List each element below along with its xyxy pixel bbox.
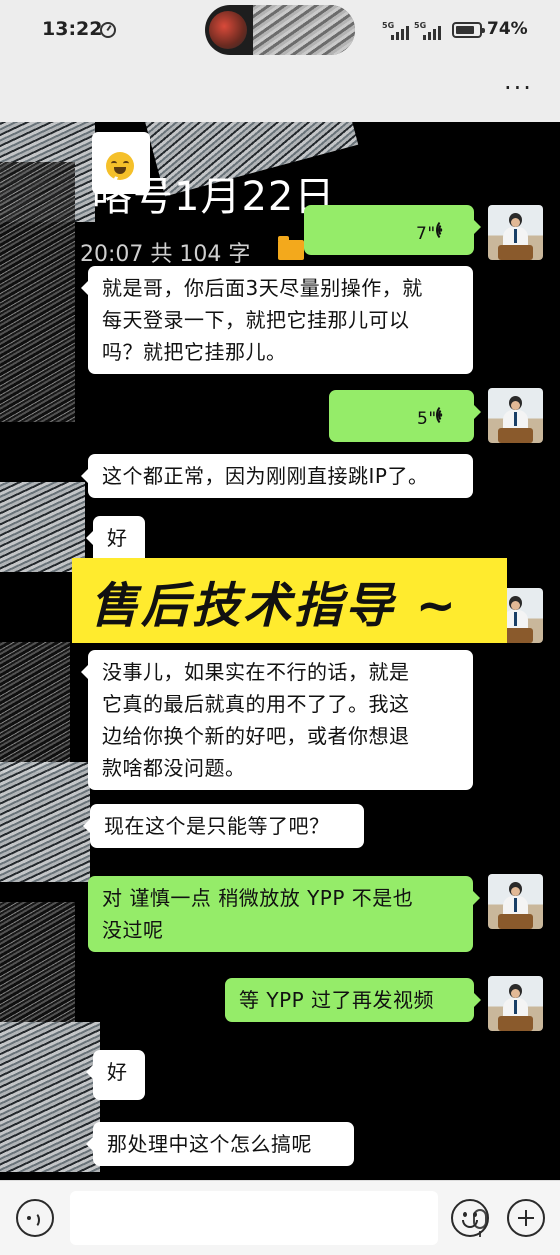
message-line: 就是哥，你后面3天尽量别操作，就 [102,276,423,300]
dynamic-island [205,5,355,55]
more-options-button[interactable]: ··· [504,74,533,102]
avatar[interactable] [488,976,543,1031]
status-time: 13:22 [42,18,103,40]
incoming-message[interactable]: 就是哥，你后面3天尽量别操作，就 每天登录一下，就把它挂那儿可以 吗？就把它挂那… [81,266,473,374]
smiley-icon[interactable] [451,1199,489,1237]
redaction-scribble [0,1022,100,1172]
folder-icon [278,236,304,260]
message-line: 没过呢 [102,918,164,942]
incoming-message[interactable]: 好 [86,1050,145,1100]
voice-duration: 7" [416,224,436,244]
battery-percent: 74% [487,19,528,39]
chat-input-bar [0,1180,560,1255]
message-line: 那处理中这个怎么搞呢 [107,1132,312,1156]
note-meta: 20:07 共 104 字 [80,242,251,267]
redaction-scribble [0,162,75,422]
media-thumbnail [209,11,247,49]
avatar[interactable] [488,874,543,929]
message-line: 现在这个是只能等了吧？ [104,814,330,838]
voice-wave-icon [436,219,460,241]
incoming-message[interactable]: 没事儿，如果实在不行的话，就是 它真的最后就真的用不了了。我这 边给你换个新的好… [81,650,473,790]
message-line: 等 YPP 过了再发视频 [239,988,435,1012]
message-line: 好 [107,526,128,550]
avatar[interactable] [488,205,543,260]
signal-bars-icon [419,26,443,40]
battery-icon [452,22,485,38]
banner-text: 售后技术指导 ~ [90,578,459,634]
incoming-message[interactable]: 这个都正常，因为刚刚直接跳IP了。 [81,454,473,498]
chat-area[interactable]: 咯号1月22日 20:07 共 104 字 7" 就是哥，你后面3天尽量别操作，… [0,122,560,1180]
redaction-scribble [0,642,70,772]
message-line: 这个都正常，因为刚刚直接跳IP了。 [102,464,429,488]
chat-header: ··· [0,62,560,122]
message-line: 它真的最后就真的用不了了。我这 [102,692,410,716]
redaction-scribble [0,762,90,882]
avatar[interactable] [488,388,543,443]
message-input[interactable] [70,1191,487,1245]
note-title: 咯号1月22日 [92,174,336,220]
promo-banner: 售后技术指导 ~ [72,558,507,643]
signal-bars-icon [387,26,411,40]
redaction-scribble [253,5,355,55]
message-line: 边给你换个新的好吧，或者你想退 [102,724,410,748]
plus-icon[interactable] [507,1199,545,1237]
voice-message[interactable]: 5" [329,390,481,442]
voice-icon[interactable] [16,1199,54,1237]
outgoing-message[interactable]: 对 谨慎一点 稍微放放 YPP 不是也 没过呢 [88,876,480,952]
message-line: 好 [107,1060,128,1084]
message-line: 每天登录一下，就把它挂那儿可以 [102,308,410,332]
message-line: 没事儿，如果实在不行的话，就是 [102,660,410,684]
clock-icon [100,22,116,38]
outgoing-message[interactable]: 等 YPP 过了再发视频 [225,978,481,1022]
voice-message[interactable]: 7" [304,205,481,255]
incoming-message[interactable]: 现在这个是只能等了吧？ [83,804,364,848]
redaction-scribble [0,902,75,1022]
voice-wave-icon [436,404,460,426]
voice-duration: 5" [417,409,437,429]
message-line: 款啥都没问题。 [102,756,246,780]
message-line: 对 谨慎一点 稍微放放 YPP 不是也 [102,886,414,910]
incoming-message[interactable]: 那处理中这个怎么搞呢 [86,1122,354,1166]
status-bar: 13:22 5G 5G 74% [0,0,560,62]
message-line: 吗？就把它挂那儿。 [102,340,287,364]
